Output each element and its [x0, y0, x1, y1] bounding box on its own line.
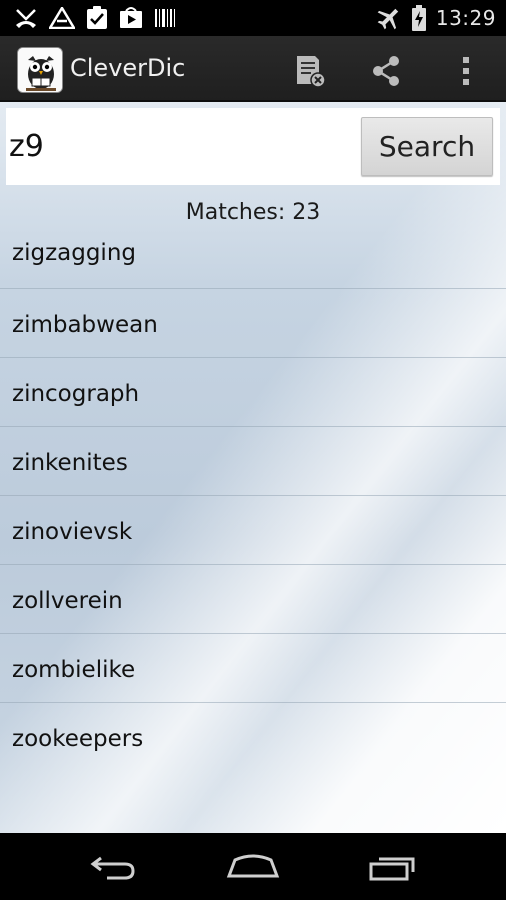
result-item[interactable]: zimbabwean [0, 289, 506, 358]
app-title: CleverDic [70, 54, 186, 82]
notification-icons [14, 4, 176, 32]
app-notification-icon [49, 7, 75, 29]
main-content: Search Matches: 23 zigzagging zimbabwean… [0, 102, 506, 833]
result-list: zigzagging zimbabwean zincograph zinkeni… [0, 220, 506, 772]
app-logo[interactable] [17, 47, 63, 93]
battery-charging-icon [411, 5, 426, 31]
share-icon [373, 56, 399, 86]
system-icons: 13:29 [376, 4, 496, 32]
play-store-icon [119, 7, 143, 29]
overflow-menu-button[interactable] [444, 49, 488, 93]
home-icon [226, 854, 280, 878]
home-button[interactable] [218, 845, 288, 889]
search-input[interactable] [6, 118, 356, 174]
recent-apps-button[interactable] [358, 845, 428, 889]
navigation-bar [0, 833, 506, 900]
airplane-mode-icon [376, 6, 402, 30]
missed-call-icon [14, 7, 38, 29]
search-bar: Search [6, 108, 500, 185]
action-bar: CleverDic [0, 36, 506, 102]
result-item[interactable]: zombielike [0, 634, 506, 703]
recent-apps-icon [369, 857, 415, 881]
clipboard-check-icon [86, 6, 108, 30]
share-button[interactable] [364, 49, 408, 93]
clear-list-button[interactable] [288, 49, 332, 93]
result-item[interactable]: zookeepers [0, 703, 506, 772]
result-item[interactable]: zincograph [0, 358, 506, 427]
result-item[interactable]: zinovievsk [0, 496, 506, 565]
result-item[interactable]: zollverein [0, 565, 506, 634]
result-item[interactable]: zinkenites [0, 427, 506, 496]
clear-list-icon [297, 56, 326, 88]
overflow-menu-icon [463, 57, 469, 85]
result-item[interactable]: zigzagging [0, 220, 506, 289]
clock: 13:29 [435, 6, 496, 30]
back-button[interactable] [78, 845, 148, 889]
search-button[interactable]: Search [361, 117, 493, 176]
status-bar: 13:29 [0, 0, 506, 36]
barcode-icon [154, 7, 176, 29]
back-icon [90, 856, 135, 880]
owl-logo-icon [18, 48, 62, 92]
